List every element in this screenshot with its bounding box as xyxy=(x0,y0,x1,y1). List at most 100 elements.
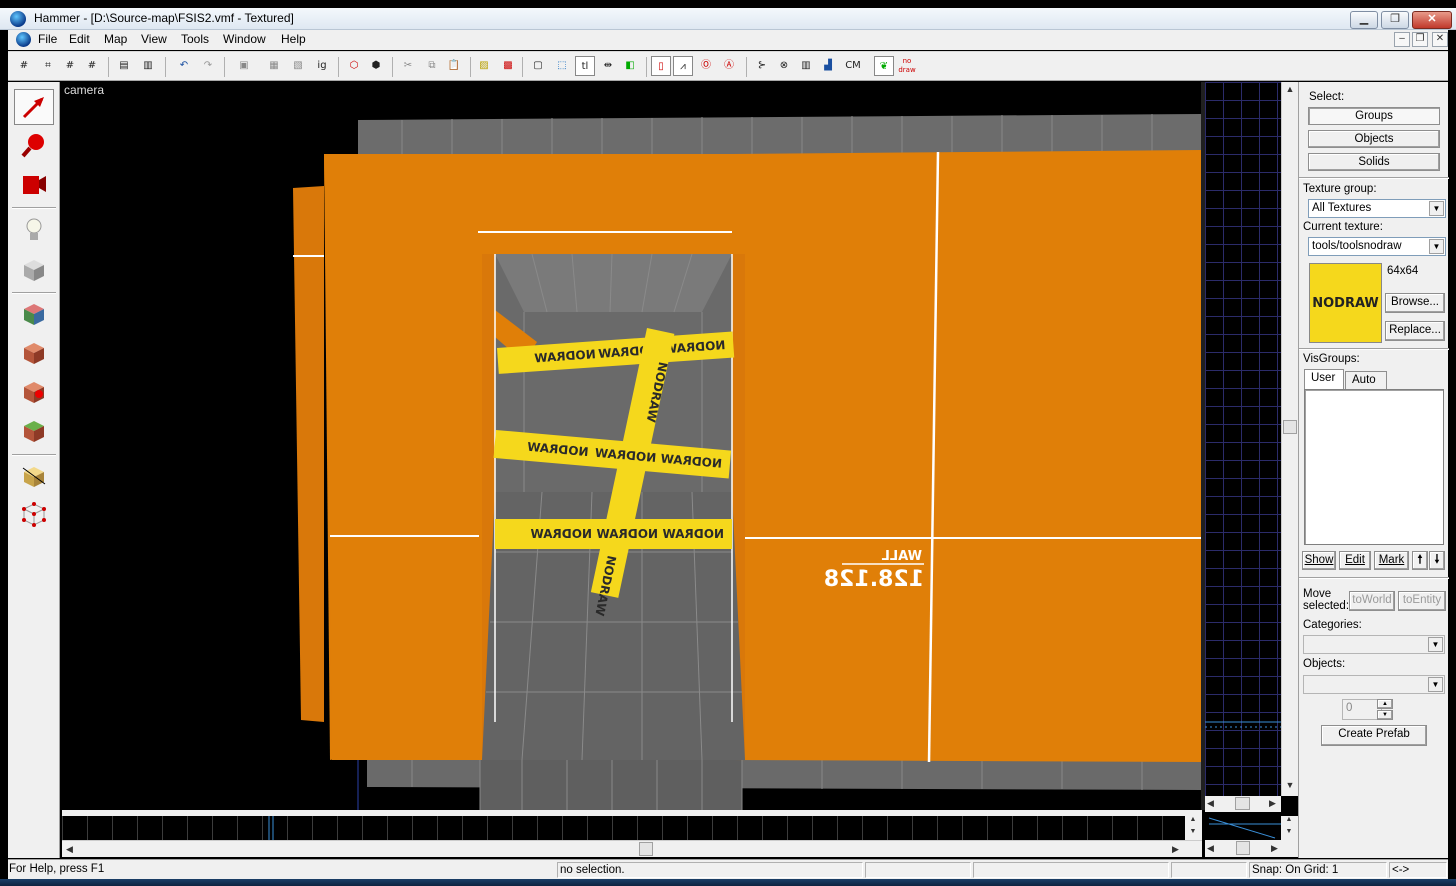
front-viewport-hscrollbar[interactable]: ◀ ▶ xyxy=(62,840,1202,857)
selection-tool[interactable] xyxy=(14,89,54,125)
scroll-down-arrow-icon[interactable]: ▼ xyxy=(1281,828,1297,835)
edit-cordon-icon[interactable]: ▩ xyxy=(498,56,518,76)
scroll-up-arrow-icon[interactable]: ▲ xyxy=(1185,816,1201,823)
map-information-icon[interactable]: ▥ xyxy=(796,56,816,76)
select-objects-button[interactable]: Objects xyxy=(1308,130,1440,148)
camera-viewport[interactable]: NODRAW NODRAW NODRAW NODRAW NODRAW NODRA… xyxy=(62,82,1201,810)
show-connections-icon[interactable]: Ⓞ xyxy=(696,56,716,76)
document-globe-icon[interactable] xyxy=(16,32,31,47)
tab-auto[interactable]: Auto xyxy=(1345,371,1387,389)
scroll-left-arrow-icon[interactable]: ◀ xyxy=(66,844,73,855)
visgroup-down-button[interactable]: 🠗 xyxy=(1429,551,1445,570)
block-tool[interactable] xyxy=(14,252,54,288)
visgroups-list[interactable] xyxy=(1304,389,1444,545)
scroll-right-arrow-icon[interactable]: ▶ xyxy=(1271,843,1278,854)
top-2d-viewport[interactable] xyxy=(1205,82,1281,796)
chevron-down-icon[interactable]: ▼ xyxy=(1429,239,1444,254)
scroll-thumb[interactable] xyxy=(639,842,653,856)
menu-file[interactable]: File xyxy=(38,32,57,46)
scroll-up-arrow-icon[interactable]: ▲ xyxy=(1281,816,1297,823)
texture-lock-button[interactable]: tl xyxy=(575,56,595,76)
chevron-down-icon[interactable]: ▼ xyxy=(1429,201,1444,216)
side-viewport-hscrollbar[interactable]: ◀ ▶ xyxy=(1205,840,1298,857)
paste-icon[interactable]: 📋 xyxy=(444,56,464,76)
tie-to-entity-icon[interactable]: ⬡ xyxy=(344,56,364,76)
cordon-map-button[interactable]: CM xyxy=(840,56,866,76)
menu-window[interactable]: Window xyxy=(223,32,266,46)
side-viewport-vscrollbar[interactable]: ▲ ▼ xyxy=(1281,816,1298,840)
texture-group-select[interactable]: All Textures ▼ xyxy=(1308,199,1446,218)
grid-smaller-icon[interactable]: # xyxy=(60,56,80,76)
scroll-right-arrow-icon[interactable]: ▶ xyxy=(1172,844,1179,855)
decal-tool[interactable] xyxy=(14,374,54,410)
select-box-icon[interactable]: ▢ xyxy=(528,56,548,76)
tab-user[interactable]: User xyxy=(1304,369,1344,389)
to-entity-button[interactable]: toEntity xyxy=(1398,591,1446,611)
visgroup-up-button[interactable]: 🠕 xyxy=(1412,551,1428,570)
menu-edit[interactable]: Edit xyxy=(69,32,90,46)
undo-icon[interactable]: ↶ xyxy=(174,56,194,76)
camera-tool[interactable] xyxy=(14,166,54,202)
cut-icon[interactable]: ✂ xyxy=(398,56,418,76)
menu-view[interactable]: View xyxy=(141,32,167,46)
viewport-2d-hscrollbar[interactable]: ◀ ▶ xyxy=(1205,796,1281,812)
show-helpers-icon[interactable]: ⩘ xyxy=(673,56,693,76)
select-groups-button[interactable]: Groups xyxy=(1308,107,1440,125)
show-selected-brush-icon[interactable]: ▟ xyxy=(818,56,838,76)
grid-toggle-icon[interactable]: # xyxy=(14,56,34,76)
display-models-icon[interactable]: ▯ xyxy=(651,56,671,76)
viewport-vertical-scrollbar[interactable]: ▲ ▼ xyxy=(1281,82,1298,796)
chevron-down-icon[interactable]: ▼ xyxy=(1428,677,1443,692)
grid-3d-icon[interactable]: ⌗ xyxy=(38,56,58,76)
toggle-cordon-icon[interactable]: ▨ xyxy=(474,56,494,76)
scroll-left-arrow-icon[interactable]: ◀ xyxy=(1207,843,1214,854)
side-2d-viewport[interactable] xyxy=(1205,816,1281,840)
front-viewport-vscrollbar[interactable]: ▲ ▼ xyxy=(1185,816,1202,840)
restore-button[interactable]: ❐ xyxy=(1381,11,1409,29)
scale-texture-lock-icon[interactable]: ⇹ xyxy=(598,56,618,76)
clipping-tool[interactable] xyxy=(14,458,54,494)
ignore-groups-button[interactable]: ig xyxy=(312,56,332,76)
mdi-restore-button[interactable]: ❐ xyxy=(1412,32,1428,47)
object-index-spinner[interactable]: 0 xyxy=(1342,699,1382,720)
scroll-thumb[interactable] xyxy=(1235,797,1250,810)
spinner-up-icon[interactable]: ▲ xyxy=(1377,699,1393,709)
texture-application-tool[interactable] xyxy=(14,296,54,332)
check-problems-icon[interactable]: ⊗ xyxy=(774,56,794,76)
spinner-down-icon[interactable]: ▼ xyxy=(1377,710,1393,720)
visgroup-mark-button[interactable]: Mark xyxy=(1374,551,1409,570)
redo-icon[interactable]: ↷ xyxy=(198,56,218,76)
current-texture-select[interactable]: tools/toolsnodraw ▼ xyxy=(1308,237,1446,256)
close-button[interactable]: ✕ xyxy=(1412,11,1452,29)
hide-selected-icon[interactable]: ▦ xyxy=(264,56,284,76)
ungroup-icon[interactable]: ▥ xyxy=(138,56,158,76)
scroll-down-arrow-icon[interactable]: ▼ xyxy=(1185,828,1201,835)
menu-tools[interactable]: Tools xyxy=(181,32,209,46)
hide-unselected-icon[interactable]: ▧ xyxy=(288,56,308,76)
scroll-left-arrow-icon[interactable]: ◀ xyxy=(1207,798,1214,809)
vertex-tool[interactable] xyxy=(14,496,54,532)
chevron-down-icon[interactable]: ▼ xyxy=(1428,637,1443,652)
objects-select[interactable]: ▼ xyxy=(1303,675,1445,694)
scroll-right-arrow-icon[interactable]: ▶ xyxy=(1269,798,1276,809)
grid-larger-icon[interactable]: # xyxy=(82,56,102,76)
mdi-minimize-button[interactable]: – xyxy=(1394,32,1410,47)
mdi-close-button[interactable]: ✕ xyxy=(1432,32,1448,47)
menu-help[interactable]: Help xyxy=(281,32,306,46)
categories-select[interactable]: ▼ xyxy=(1303,635,1445,654)
front-2d-viewport[interactable] xyxy=(62,816,1185,840)
replace-button[interactable]: Replace... xyxy=(1385,321,1445,341)
minimize-button[interactable]: ▁ xyxy=(1350,11,1378,29)
run-map-icon[interactable]: ❦ xyxy=(874,56,894,76)
move-to-world-icon[interactable]: ⬢ xyxy=(366,56,386,76)
scroll-up-arrow-icon[interactable]: ▲ xyxy=(1282,84,1298,94)
scroll-thumb[interactable] xyxy=(1236,841,1250,855)
nodraw-toggle-button[interactable]: no draw xyxy=(897,56,917,76)
select-solids-button[interactable]: Solids xyxy=(1308,153,1440,171)
entity-report-icon[interactable]: ⊱ xyxy=(752,56,772,76)
copy-icon[interactable]: ⧉ xyxy=(422,56,442,76)
apply-current-texture-tool[interactable] xyxy=(14,335,54,371)
to-world-button[interactable]: toWorld xyxy=(1349,591,1395,611)
texture-preview[interactable]: NODRAW xyxy=(1309,263,1382,343)
menu-map[interactable]: Map xyxy=(104,32,127,46)
